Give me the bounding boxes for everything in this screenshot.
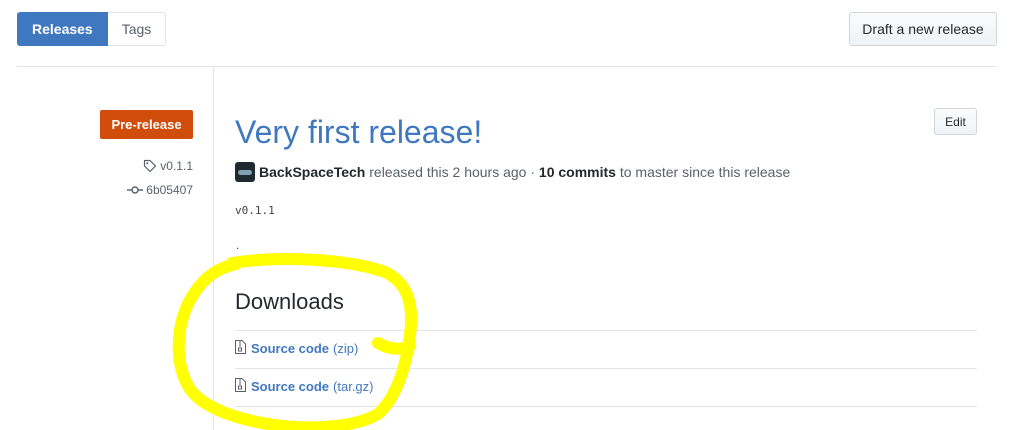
tab-releases[interactable]: Releases xyxy=(17,12,108,46)
release-title[interactable]: Very first release! xyxy=(235,112,482,152)
download-ext: (tar.gz) xyxy=(333,379,374,394)
released-text: released this 2 hours ago · xyxy=(365,164,539,180)
downloads-heading: Downloads xyxy=(235,289,344,314)
commits-suffix: to master since this release xyxy=(615,164,791,180)
draft-new-release-button[interactable]: Draft a new release xyxy=(849,12,997,46)
header-divider xyxy=(17,66,997,67)
download-source-targz[interactable]: Source code (tar.gz) xyxy=(235,378,374,395)
downloads-divider xyxy=(235,406,977,407)
author-link[interactable]: BackSpaceTech xyxy=(259,164,365,180)
downloads-divider xyxy=(235,330,977,331)
release-tag-link[interactable]: v0.1.1 xyxy=(143,159,193,173)
release-tag: v0.1.1 xyxy=(160,159,193,173)
download-name: Source code xyxy=(251,379,330,394)
file-zip-icon xyxy=(235,378,246,395)
download-name: Source code xyxy=(251,341,330,356)
download-ext: (zip) xyxy=(333,341,359,356)
release-commit: 6b05407 xyxy=(146,183,193,197)
release-body-text: . xyxy=(236,238,240,252)
avatar[interactable] xyxy=(235,162,255,182)
tab-tags[interactable]: Tags xyxy=(107,12,167,46)
edit-button[interactable]: Edit xyxy=(934,108,977,135)
prerelease-badge: Pre-release xyxy=(100,110,193,139)
commits-link[interactable]: 10 commits xyxy=(539,164,616,180)
release-commit-link[interactable]: 6b05407 xyxy=(127,183,193,197)
release-byline: BackSpaceTech released this 2 hours ago … xyxy=(235,162,790,182)
yellow-highlight-annotation xyxy=(172,253,418,430)
download-source-zip[interactable]: Source code (zip) xyxy=(235,340,358,357)
downloads-divider xyxy=(235,368,977,369)
file-zip-icon xyxy=(235,340,246,357)
tag-icon xyxy=(143,159,157,173)
commit-icon xyxy=(127,184,144,196)
sidebar-divider xyxy=(213,66,214,430)
release-body-tag: v0.1.1 xyxy=(235,204,275,217)
release-tabs: Releases Tags xyxy=(17,12,167,46)
